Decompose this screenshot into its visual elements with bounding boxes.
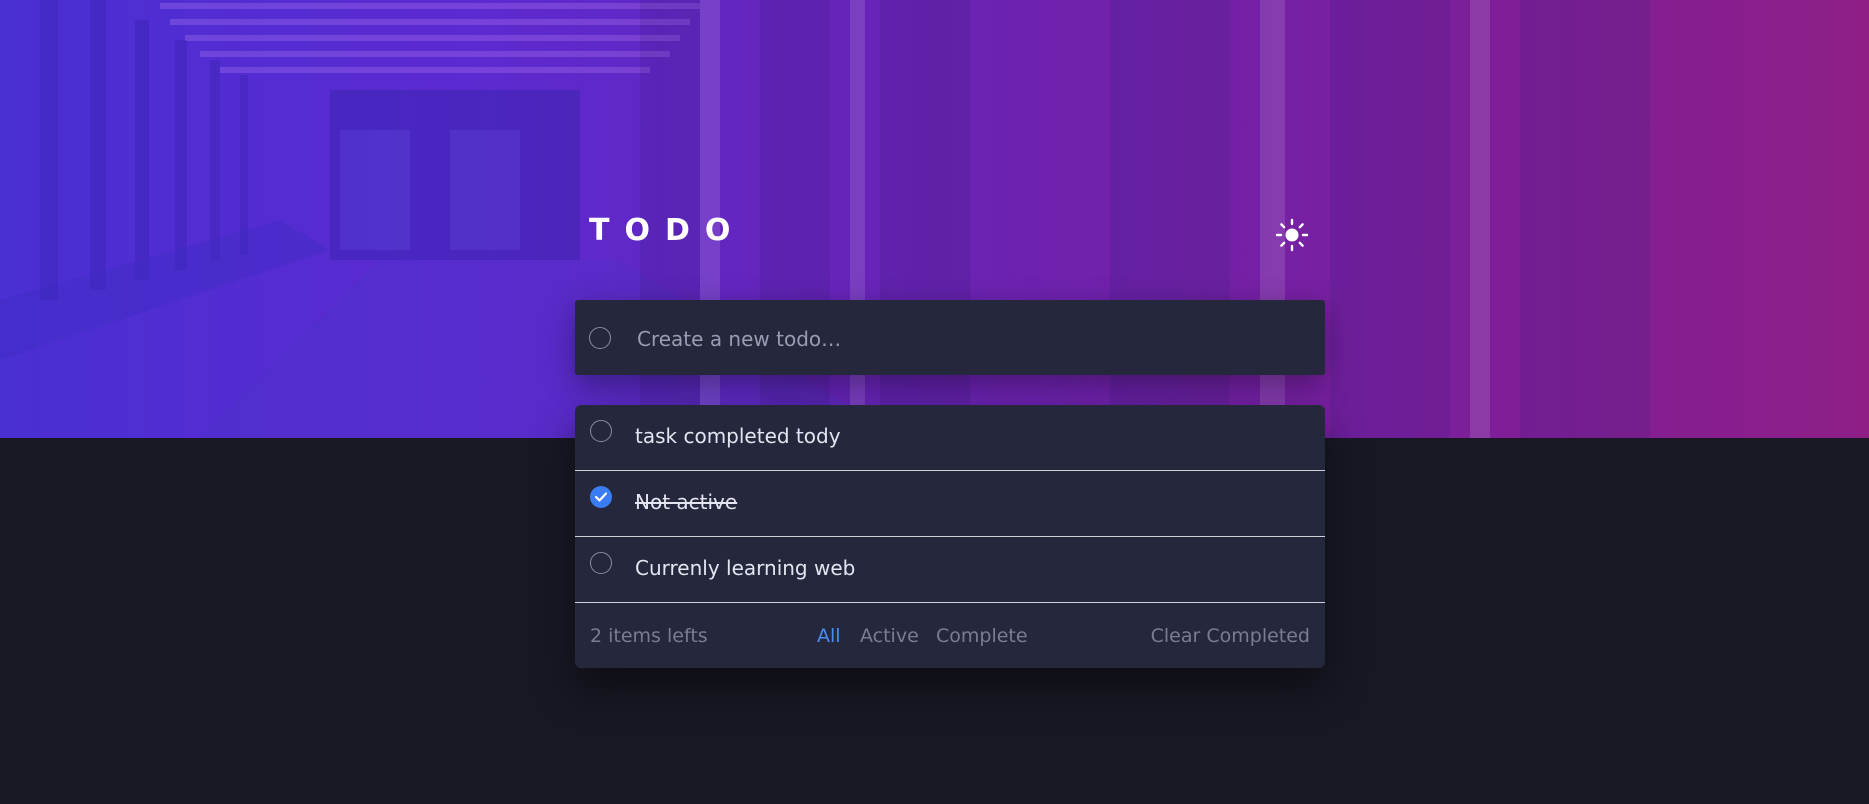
new-todo-bar [575, 300, 1325, 375]
todo-item[interactable]: Currenly learning web [575, 537, 1325, 603]
todo-app: TODO task completed tody [0, 0, 1869, 804]
app-title: TODO [589, 213, 746, 248]
todo-list: task completed tody Not active Currenly … [575, 405, 1325, 668]
new-todo-check-circle[interactable] [589, 327, 611, 349]
todo-label: task completed tody [635, 424, 841, 448]
todo-footer: 2 items lefts All Active Complete Clear … [575, 603, 1325, 668]
new-todo-input[interactable] [635, 318, 1299, 360]
clear-completed-button[interactable]: Clear Completed [1151, 621, 1310, 651]
filter-active-button[interactable]: Active [860, 621, 919, 651]
items-left-count: 2 items lefts [590, 625, 708, 647]
todo-label: Not active [635, 490, 738, 514]
sun-icon [1275, 218, 1309, 252]
todo-check-circle[interactable] [590, 420, 612, 442]
theme-toggle-button[interactable] [1275, 218, 1309, 252]
todo-item[interactable]: Not active [575, 471, 1325, 537]
filter-complete-button[interactable]: Complete [936, 621, 1028, 651]
todo-check-circle-checked[interactable] [590, 486, 612, 508]
filter-all-button[interactable]: All [817, 621, 841, 651]
checkmark-icon [595, 492, 607, 502]
todo-check-circle[interactable] [590, 552, 612, 574]
todo-label: Currenly learning web [635, 556, 856, 580]
todo-item[interactable]: task completed tody [575, 405, 1325, 471]
